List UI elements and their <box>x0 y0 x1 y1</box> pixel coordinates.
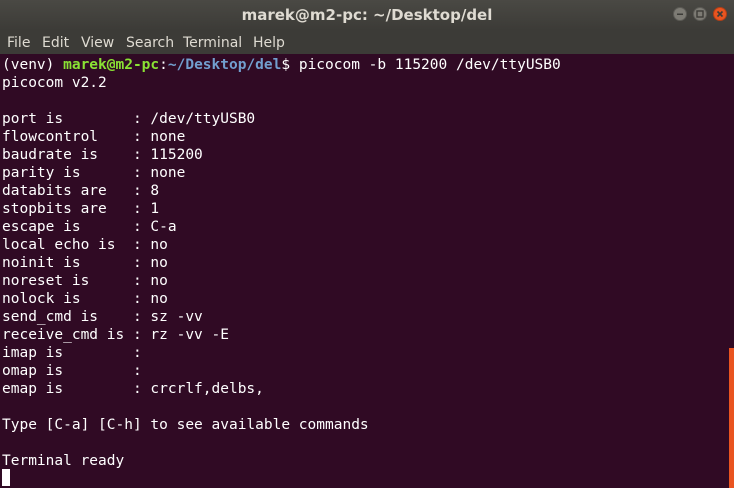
text-cursor <box>2 469 10 486</box>
venv-label: (venv) <box>2 57 64 73</box>
help-hint-line: Type [C-a] [C-h] to see available comman… <box>2 417 369 433</box>
menu-search[interactable]: Search <box>126 30 174 54</box>
status-line: Terminal ready <box>2 453 125 469</box>
setting-line: stopbits are : 1 <box>2 201 160 217</box>
setting-line: omap is : <box>2 363 151 379</box>
terminal-output[interactable]: (venv) marek@m2-pc:~/Desktop/del$ picoco… <box>0 54 734 488</box>
setting-line: send_cmd is : sz -vv <box>2 309 203 325</box>
menu-file[interactable]: File <box>7 30 30 54</box>
minimize-button[interactable] <box>673 7 687 21</box>
setting-line: databits are : 8 <box>2 183 160 199</box>
setting-line: parity is : none <box>2 165 186 181</box>
setting-line: escape is : C-a <box>2 219 177 235</box>
menu-help[interactable]: Help <box>253 30 285 54</box>
setting-line: emap is : crcrlf,delbs, <box>2 381 264 397</box>
menu-bar: File Edit View Search Terminal Help <box>0 30 734 54</box>
menu-edit[interactable]: Edit <box>42 30 69 54</box>
setting-line: imap is : <box>2 345 151 361</box>
prompt-user-host: marek@m2-pc <box>63 57 160 73</box>
version-line: picocom v2.2 <box>2 75 107 91</box>
setting-line: flowcontrol : none <box>2 129 186 145</box>
terminal-window: marek@m2-pc: ~/Desktop/del File Edit Vie… <box>0 0 734 488</box>
command-line: (venv) marek@m2-pc:~/Desktop/del$ picoco… <box>2 56 561 74</box>
close-button[interactable] <box>713 7 727 21</box>
menu-terminal[interactable]: Terminal <box>183 30 242 54</box>
title-bar[interactable]: marek@m2-pc: ~/Desktop/del <box>0 0 734 30</box>
close-icon <box>716 10 724 18</box>
command-text: picocom -b 115200 /dev/ttyUSB0 <box>298 57 561 73</box>
minimize-icon <box>677 13 683 15</box>
scrollbar-thumb[interactable] <box>729 348 734 488</box>
prompt-colon: : <box>159 57 168 73</box>
maximize-button[interactable] <box>693 7 707 21</box>
prompt-path: ~/Desktop/del <box>167 57 282 73</box>
prompt-dollar: $ <box>281 57 299 73</box>
menu-view[interactable]: View <box>81 30 114 54</box>
setting-line: local echo is : no <box>2 237 168 253</box>
setting-line: baudrate is : 115200 <box>2 147 203 163</box>
setting-line: noinit is : no <box>2 255 168 271</box>
window-title: marek@m2-pc: ~/Desktop/del <box>241 6 493 24</box>
setting-line: noreset is : no <box>2 273 168 289</box>
maximize-icon <box>696 10 704 18</box>
setting-line: receive_cmd is : rz -vv -E <box>2 327 229 343</box>
setting-line: port is : /dev/ttyUSB0 <box>2 111 256 127</box>
setting-line: nolock is : no <box>2 291 168 307</box>
